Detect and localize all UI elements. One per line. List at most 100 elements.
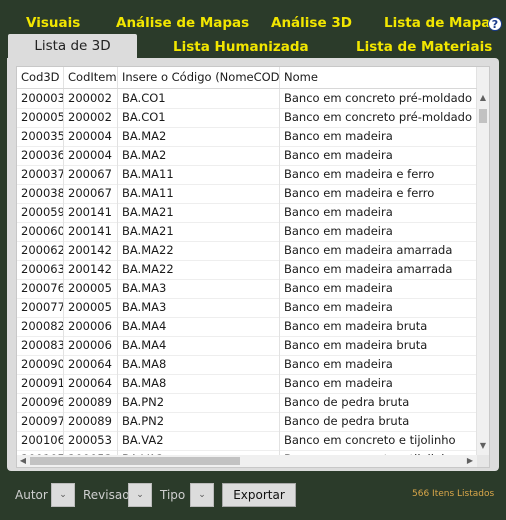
horizontal-scroll-thumb[interactable] [30, 457, 240, 465]
cell-nomecod[interactable]: BA.MA11 [118, 165, 280, 184]
tab-analise-3d[interactable]: Análise 3D [271, 15, 352, 31]
cell-nome[interactable]: Banco em madeira amarrada [280, 260, 477, 279]
table-row[interactable]: 200097 200089 BA.PN2 Banco de pedra bruta [17, 412, 477, 432]
table-row[interactable]: 200090 200064 BA.MA8 Banco em madeira [17, 355, 477, 375]
cell-cod3d[interactable]: 200003 [17, 89, 64, 108]
cell-nome[interactable]: Banco de pedra bruta [280, 393, 477, 412]
cell-cod3d[interactable]: 200091 [17, 374, 64, 393]
cell-cod3d[interactable]: 200082 [17, 317, 64, 336]
cell-nomecod[interactable]: BA.MA3 [118, 279, 280, 298]
table-row[interactable]: 200063 200142 BA.MA22 Banco em madeira amar… [17, 260, 477, 280]
tab-lista-de-3d[interactable]: Lista de 3D [8, 34, 137, 58]
cell-coditem[interactable]: 200002 [64, 108, 118, 127]
cell-cod3d[interactable]: 200076 [17, 279, 64, 298]
cell-nome[interactable]: Banco em madeira e ferro [280, 184, 477, 203]
cell-coditem[interactable]: 200064 [64, 355, 118, 374]
cell-nomecod[interactable]: BA.MA11 [118, 184, 280, 203]
cell-coditem[interactable]: 200005 [64, 298, 118, 317]
cell-coditem[interactable]: 200053 [64, 431, 118, 450]
cell-nomecod[interactable]: BA.MA3 [118, 298, 280, 317]
cell-nome[interactable]: Banco em madeira [280, 279, 477, 298]
data-grid[interactable]: Cod3D CodItem Insere o Código (NomeCOD) … [16, 66, 490, 468]
tab-lista-de-mapas[interactable]: Lista de Mapas [384, 15, 498, 31]
cell-nome[interactable]: Banco em madeira [280, 298, 477, 317]
cell-coditem[interactable]: 200141 [64, 203, 118, 222]
cell-cod3d[interactable]: 200038 [17, 184, 64, 203]
cell-nomecod[interactable]: BA.MA2 [118, 146, 280, 165]
cell-nome[interactable]: Banco de pedra bruta [280, 412, 477, 431]
table-row[interactable]: 200083 200006 BA.MA4 Banco em madeira bruta [17, 336, 477, 356]
cell-coditem[interactable]: 200004 [64, 146, 118, 165]
cell-cod3d[interactable]: 200059 [17, 203, 64, 222]
tab-lista-de-materiais[interactable]: Lista de Materiais [356, 39, 492, 55]
cell-cod3d[interactable]: 200077 [17, 298, 64, 317]
cell-nomecod[interactable]: BA.PN2 [118, 412, 280, 431]
cell-cod3d[interactable]: 200063 [17, 260, 64, 279]
cell-nomecod[interactable]: BA.VA2 [118, 431, 280, 450]
column-header-cod3d[interactable]: Cod3D [17, 67, 64, 88]
cell-nomecod[interactable]: BA.MA8 [118, 374, 280, 393]
autor-dropdown[interactable]: ⌄ [51, 483, 75, 507]
export-button[interactable]: Exportar [222, 483, 296, 507]
column-header-nomecod[interactable]: Insere o Código (NomeCOD) [118, 67, 280, 88]
vertical-scrollbar[interactable]: ▲ ▼ [477, 67, 489, 467]
cell-nome[interactable]: Banco em concreto pré-moldado [280, 89, 477, 108]
table-row[interactable]: 200059 200141 BA.MA21 Banco em madeira [17, 203, 477, 223]
cell-coditem[interactable]: 200089 [64, 393, 118, 412]
cell-nome[interactable]: Banco em madeira [280, 127, 477, 146]
tab-analise-de-mapas[interactable]: Análise de Mapas [116, 15, 249, 31]
cell-coditem[interactable]: 200067 [64, 184, 118, 203]
cell-nome[interactable]: Banco em madeira [280, 374, 477, 393]
cell-cod3d[interactable]: 200090 [17, 355, 64, 374]
table-row[interactable]: 200106 200053 BA.VA2 Banco em concreto e ti… [17, 431, 477, 451]
help-icon[interactable]: ? [488, 17, 502, 31]
table-row[interactable]: 200076 200005 BA.MA3 Banco em madeira [17, 279, 477, 299]
cell-coditem[interactable]: 200067 [64, 165, 118, 184]
cell-cod3d[interactable]: 200096 [17, 393, 64, 412]
cell-nomecod[interactable]: BA.MA4 [118, 317, 280, 336]
cell-nomecod[interactable]: BA.MA22 [118, 260, 280, 279]
cell-cod3d[interactable]: 200083 [17, 336, 64, 355]
cell-coditem[interactable]: 200064 [64, 374, 118, 393]
cell-nomecod[interactable]: BA.MA2 [118, 127, 280, 146]
table-row[interactable]: 200005 200002 BA.CO1 Banco em concreto pré-… [17, 108, 477, 128]
cell-coditem[interactable]: 200004 [64, 127, 118, 146]
scroll-right-icon[interactable]: ▶ [464, 455, 476, 467]
table-row[interactable]: 200082 200006 BA.MA4 Banco em madeira bruta [17, 317, 477, 337]
cell-cod3d[interactable]: 200062 [17, 241, 64, 260]
table-row[interactable]: 200036 200004 BA.MA2 Banco em madeira [17, 146, 477, 166]
vertical-scroll-thumb[interactable] [479, 109, 487, 123]
cell-coditem[interactable]: 200142 [64, 260, 118, 279]
cell-coditem[interactable]: 200006 [64, 336, 118, 355]
cell-nome[interactable]: Banco em madeira amarrada [280, 241, 477, 260]
table-row[interactable]: 200003 200002 BA.CO1 Banco em concreto pré-… [17, 89, 477, 109]
table-row[interactable]: 200038 200067 BA.MA11 Banco em madeira e fe… [17, 184, 477, 204]
cell-nome[interactable]: Banco em madeira [280, 222, 477, 241]
cell-nome[interactable]: Banco em madeira bruta [280, 317, 477, 336]
table-row[interactable]: 200077 200005 BA.MA3 Banco em madeira [17, 298, 477, 318]
cell-nome[interactable]: Banco em madeira [280, 355, 477, 374]
cell-nomecod[interactable]: BA.PN2 [118, 393, 280, 412]
cell-cod3d[interactable]: 200036 [17, 146, 64, 165]
cell-nome[interactable]: Banco em concreto e tijolinho [280, 431, 477, 450]
table-row[interactable]: 200091 200064 BA.MA8 Banco em madeira [17, 374, 477, 394]
cell-nomecod[interactable]: BA.MA4 [118, 336, 280, 355]
table-row[interactable]: 200062 200142 BA.MA22 Banco em madeira amar… [17, 241, 477, 261]
cell-cod3d[interactable]: 200060 [17, 222, 64, 241]
cell-cod3d[interactable]: 200097 [17, 412, 64, 431]
scroll-left-icon[interactable]: ◀ [17, 455, 29, 467]
tab-visuais[interactable]: Visuais [26, 15, 80, 31]
cell-coditem[interactable]: 200005 [64, 279, 118, 298]
cell-nome[interactable]: Banco em madeira bruta [280, 336, 477, 355]
cell-coditem[interactable]: 200006 [64, 317, 118, 336]
cell-nomecod[interactable]: BA.MA21 [118, 203, 280, 222]
column-header-coditem[interactable]: CodItem [64, 67, 118, 88]
cell-nomecod[interactable]: BA.MA8 [118, 355, 280, 374]
scroll-up-icon[interactable]: ▲ [477, 91, 489, 105]
cell-nomecod[interactable]: BA.MA22 [118, 241, 280, 260]
cell-nome[interactable]: Banco em madeira [280, 203, 477, 222]
cell-nome[interactable]: Banco em madeira e ferro [280, 165, 477, 184]
cell-cod3d[interactable]: 200106 [17, 431, 64, 450]
cell-nomecod[interactable]: BA.MA21 [118, 222, 280, 241]
table-row[interactable]: 200035 200004 BA.MA2 Banco em madeira [17, 127, 477, 147]
